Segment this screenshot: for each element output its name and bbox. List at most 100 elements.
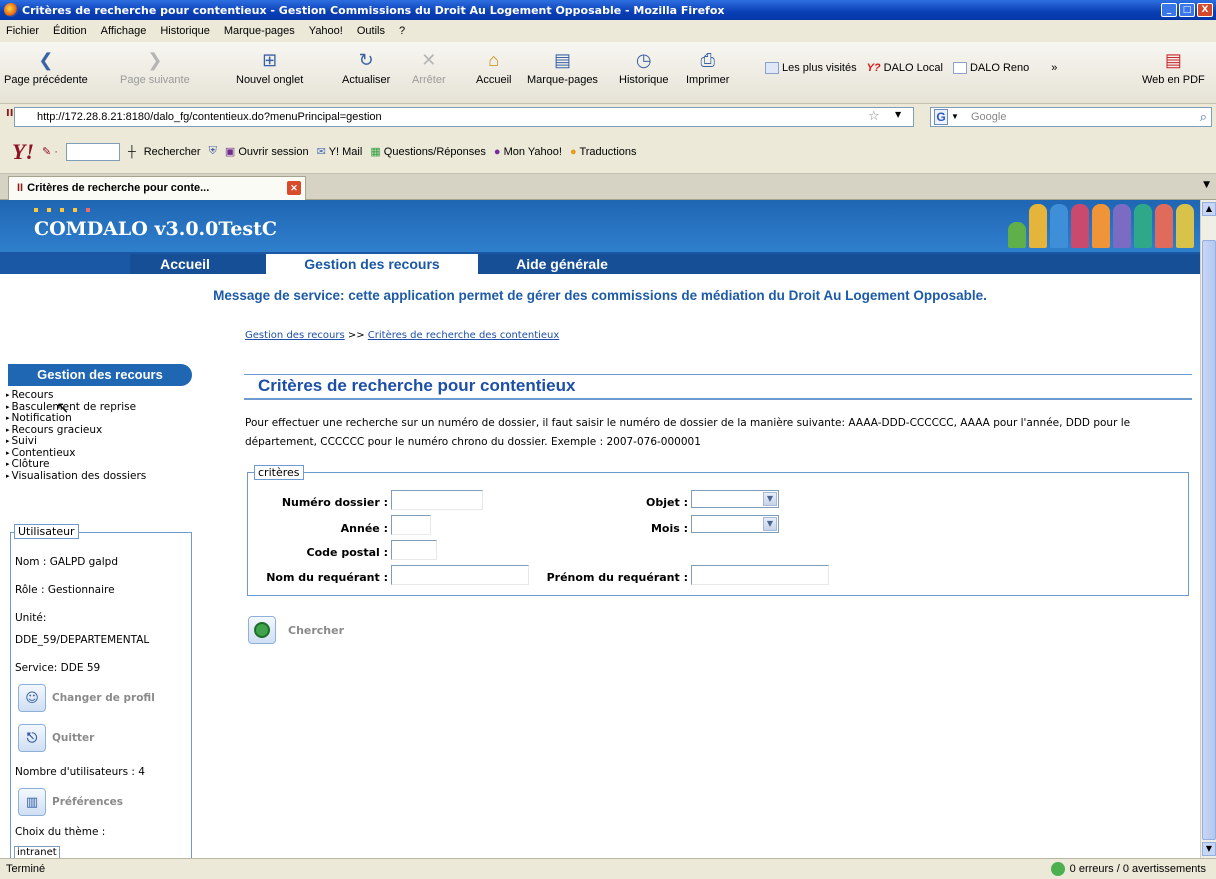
scroll-up-icon[interactable]: ▲: [1202, 202, 1216, 216]
menu-fichier[interactable]: Fichier: [6, 25, 39, 37]
bookmarks-icon: ▤: [553, 50, 571, 70]
forward-button[interactable]: ❯ Page suivante: [120, 50, 190, 86]
reload-button[interactable]: ↻ Actualiser: [342, 50, 390, 86]
tab-list-icon[interactable]: ▼: [1203, 180, 1210, 190]
qa-icon: ▦: [370, 146, 381, 158]
yahoo-logo-icon[interactable]: Y!: [12, 139, 34, 165]
translate-button[interactable]: ● Traductions: [570, 146, 637, 158]
annee-label: Année :: [340, 522, 388, 535]
menu-historique[interactable]: Historique: [160, 25, 210, 37]
bookmark-dalo-reno[interactable]: DALO Reno: [952, 62, 1029, 74]
breadcrumb: Gestion des recours >> Critères de reche…: [245, 330, 560, 341]
tab-favicon: II: [17, 182, 24, 194]
quit-icon: ⎋: [18, 724, 46, 752]
nom-requerant-input[interactable]: [391, 565, 529, 585]
status-errors[interactable]: 0 erreurs / 0 avertissements: [1050, 859, 1206, 879]
my-yahoo-button[interactable]: ● Mon Yahoo!: [494, 146, 562, 158]
firefox-icon: [4, 3, 18, 17]
nav-gestion-recours[interactable]: Gestion des recours: [266, 254, 478, 274]
nav-accueil[interactable]: Accueil: [130, 254, 240, 274]
sidebar-item-recours[interactable]: Recours: [6, 389, 146, 402]
url-dropdown-icon[interactable]: ▼: [895, 110, 901, 119]
numero-dossier-input[interactable]: [391, 490, 483, 510]
vertical-scrollbar[interactable]: ▲ ▼: [1200, 200, 1216, 858]
yahoo-toolbar: Y! ✎ · ┼ Rechercher ⛨ ▣ Ouvrir session ✉…: [0, 130, 1216, 174]
app-nav: Accueil Gestion des recours Aide général…: [0, 252, 1200, 274]
sidebar-item-suivi[interactable]: Suivi: [6, 435, 146, 448]
google-icon: G: [934, 109, 948, 125]
code-postal-label: Code postal :: [306, 546, 388, 559]
sidebar-item-cloture[interactable]: Clôture: [6, 458, 146, 471]
home-button[interactable]: ⌂ Accueil: [476, 50, 511, 86]
shield-icon[interactable]: ⛨: [209, 145, 217, 158]
menu-marque-pages[interactable]: Marque-pages: [224, 25, 295, 37]
prenom-requerant-input[interactable]: [691, 565, 829, 585]
yahoo-session-button[interactable]: ▣ Ouvrir session: [225, 145, 309, 158]
quit-button[interactable]: ⎋ Quitter: [18, 724, 94, 752]
sidebar-item-notification[interactable]: Notification: [6, 412, 146, 425]
new-tab-button[interactable]: ⊞ Nouvel onglet: [236, 50, 303, 86]
breadcrumb-criteres-link[interactable]: Critères de recherche des contentieux: [368, 330, 560, 341]
menu-bar: Fichier Édition Affichage Historique Mar…: [0, 20, 1216, 42]
history-button[interactable]: ◷ Historique: [619, 50, 669, 86]
page-icon: [952, 62, 967, 74]
sidebar-title: Gestion des recours: [8, 364, 192, 386]
bookmark-most-visited[interactable]: Les plus visités: [765, 62, 857, 74]
yahoo-y-icon: Y?: [866, 62, 881, 74]
browser-tab[interactable]: II Critères de recherche pour conte... ✕: [8, 176, 306, 200]
mois-label: Mois :: [650, 522, 688, 535]
reload-icon: ↻: [358, 50, 374, 70]
bookmark-dalo-local[interactable]: Y? DALO Local: [867, 62, 943, 74]
session-icon: ▣: [224, 146, 236, 158]
web-to-pdf-button[interactable]: ▤ Web en PDF: [1142, 50, 1205, 86]
yahoo-search-button[interactable]: Rechercher: [144, 146, 201, 158]
sidebar-item-visualisation[interactable]: Visualisation des dossiers: [6, 470, 147, 483]
scroll-down-icon[interactable]: ▼: [1202, 842, 1216, 856]
objet-select[interactable]: ▼: [691, 490, 779, 508]
print-button[interactable]: ⎙ Imprimer: [686, 50, 729, 86]
pencil-icon[interactable]: ✎ ·: [42, 145, 58, 158]
maximize-button[interactable]: □: [1179, 3, 1195, 17]
history-icon: ◷: [635, 50, 652, 70]
star-icon[interactable]: ☆: [868, 109, 880, 124]
objet-label: Objet :: [646, 496, 688, 509]
user-unit-label: Unité:: [15, 612, 47, 624]
breadcrumb-gestion-link[interactable]: Gestion des recours: [245, 330, 345, 341]
yahoo-qa-button[interactable]: ▦ Questions/Réponses: [370, 145, 486, 158]
menu-yahoo[interactable]: Yahoo!: [309, 25, 343, 37]
my-yahoo-icon: ●: [493, 145, 501, 158]
yahoo-search-field[interactable]: [65, 142, 120, 161]
search-engine-dropdown-icon[interactable]: ▼: [951, 108, 959, 126]
close-window-button[interactable]: X: [1197, 3, 1213, 17]
annee-input[interactable]: [391, 515, 431, 535]
menu-outils[interactable]: Outils: [357, 25, 385, 37]
address-input[interactable]: http://172.28.8.21:8180/dalo_fg/contenti…: [14, 107, 914, 127]
menu-edition[interactable]: Édition: [53, 25, 87, 37]
close-tab-icon[interactable]: ✕: [287, 181, 301, 195]
search-input[interactable]: G ▼ Google ⌕: [930, 107, 1212, 127]
service-message: Message de service: cette application pe…: [213, 288, 987, 303]
bookmarks-overflow-button[interactable]: »: [1051, 62, 1057, 74]
bookmark-icon: [765, 62, 779, 74]
nav-aide-generale[interactable]: Aide générale: [486, 254, 638, 274]
minimize-button[interactable]: _: [1161, 3, 1177, 17]
menu-affichage[interactable]: Affichage: [101, 25, 147, 37]
search-icon[interactable]: ⌕: [1200, 108, 1207, 126]
scroll-thumb[interactable]: [1202, 240, 1216, 840]
app-title: COMDALO v3.0.0TestC: [34, 218, 278, 240]
preferences-button[interactable]: ▥ Préférences: [18, 788, 123, 816]
prenom-requerant-label: Prénom du requérant :: [546, 571, 688, 584]
preferences-icon: ▥: [18, 788, 46, 816]
stop-button[interactable]: ✕ Arrêter: [412, 50, 446, 86]
mois-select[interactable]: ▼: [691, 515, 779, 533]
menu-help[interactable]: ?: [399, 25, 405, 37]
user-unit-value: DDE_59/DEPARTEMENTAL: [15, 634, 150, 646]
back-button[interactable]: ❮ Page précédente: [4, 50, 88, 86]
code-postal-input[interactable]: [391, 540, 437, 560]
yahoo-mail-button[interactable]: ✉ Y! Mail: [317, 145, 363, 158]
bookmarks-button[interactable]: ▤ Marque-pages: [527, 50, 598, 86]
sidebar-menu: Recours Basculement de reprise Notificat…: [6, 389, 147, 483]
change-profile-button[interactable]: ☺ Changer de profil: [18, 684, 155, 712]
chercher-button[interactable]: Chercher: [248, 616, 344, 644]
theme-select[interactable]: intranet: [14, 846, 60, 858]
